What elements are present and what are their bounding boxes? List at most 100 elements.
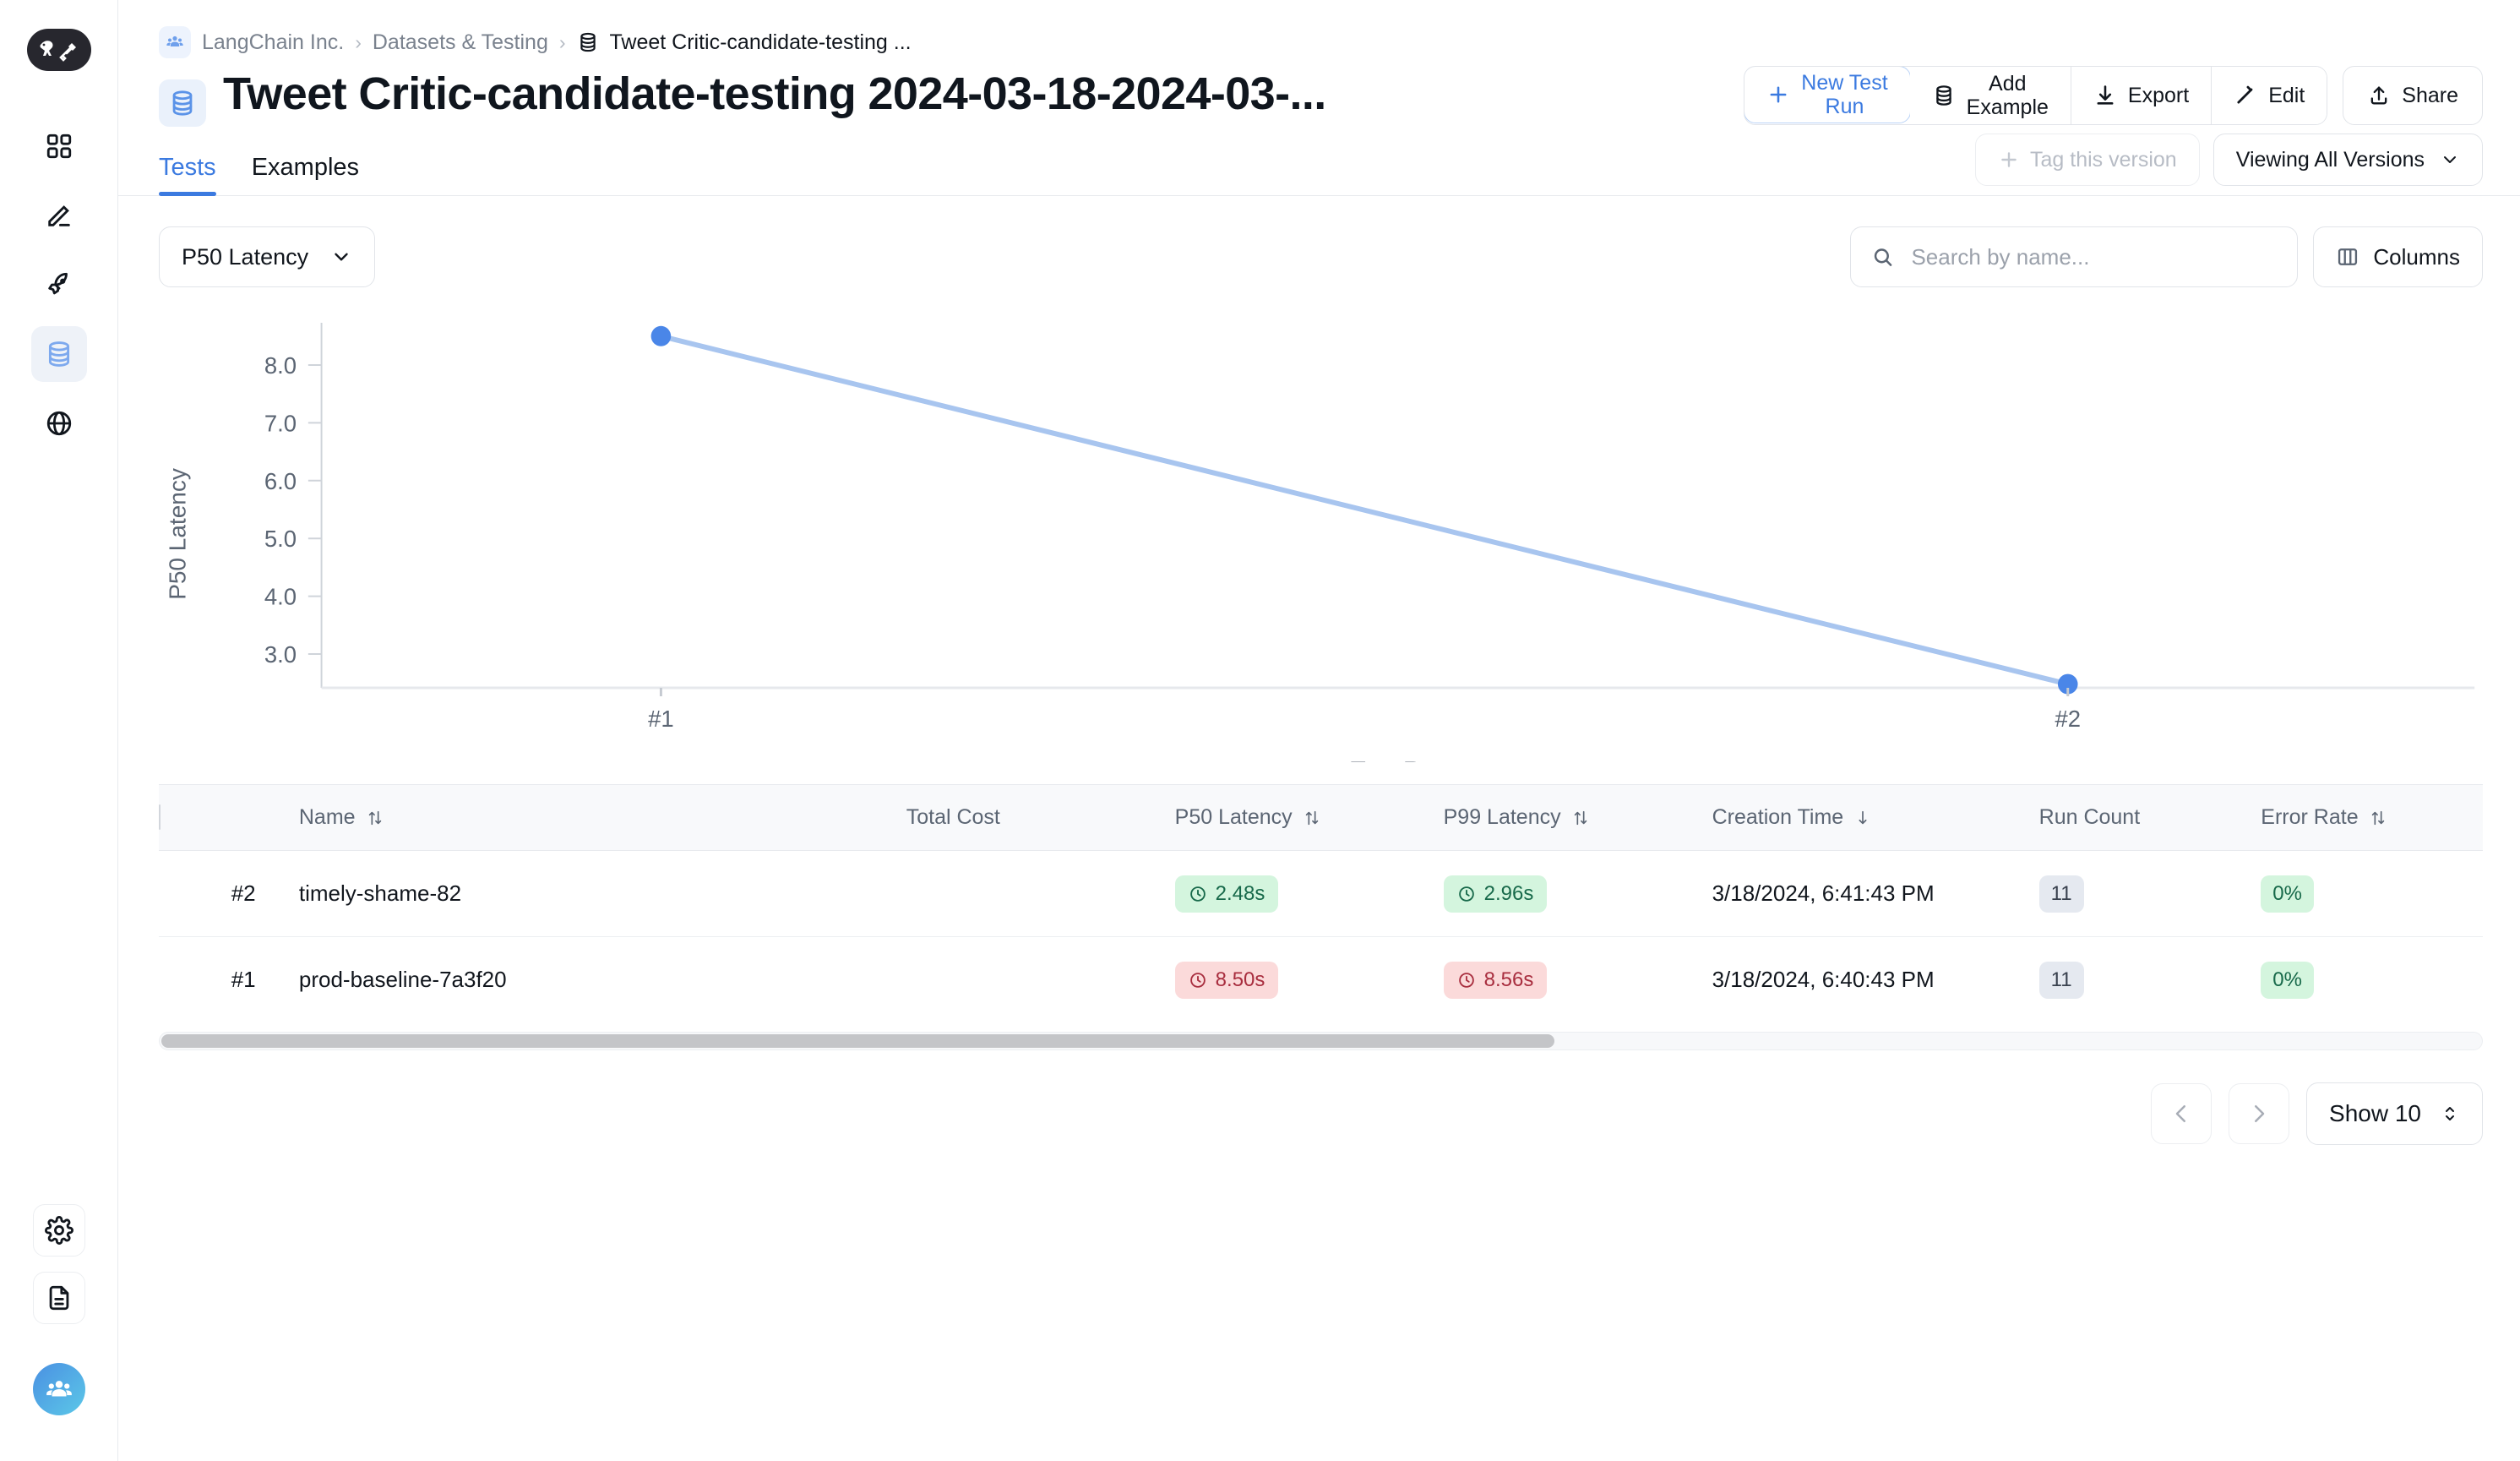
cell-rank: #2 <box>231 851 299 937</box>
share-upload-icon <box>2367 84 2391 107</box>
sort-icon <box>1571 809 1590 827</box>
cell-rank: #1 <box>231 937 299 1023</box>
tag-version-button[interactable]: Tag this version <box>1975 134 2200 186</box>
chevron-left-icon <box>2169 1101 2194 1126</box>
th-total-cost-label: Total Cost <box>906 805 1000 830</box>
pencil-icon <box>45 201 73 230</box>
chart-y-ticks: 8.07.06.05.04.03.0 <box>264 352 322 668</box>
search-input[interactable] <box>1911 244 2277 270</box>
th-error-rate[interactable]: Error Rate <box>2261 785 2483 851</box>
metric-select-label: P50 Latency <box>182 244 308 270</box>
cell-creation-time: 3/18/2024, 6:40:43 PM <box>1712 937 2039 1023</box>
chart-y-tick-label: 6.0 <box>264 468 297 494</box>
sort-icon <box>2369 809 2387 827</box>
cell-name[interactable]: timely-shame-82 <box>299 851 906 937</box>
rocket-icon <box>45 270 73 299</box>
breadcrumb-datasets-testing[interactable]: Datasets & Testing <box>373 30 548 55</box>
cell-select <box>159 851 231 937</box>
th-name[interactable]: Name <box>299 785 906 851</box>
logo-glyph <box>36 37 82 63</box>
cell-p50-latency: 2.48s <box>1175 851 1444 937</box>
previous-page-button[interactable] <box>2151 1083 2212 1144</box>
sidebar-item-deployments[interactable] <box>31 257 87 313</box>
pagination: Show 10 <box>118 1050 2520 1145</box>
langsmith-logo[interactable] <box>27 29 91 71</box>
export-label: Export <box>2128 84 2189 107</box>
breadcrumb-current: Tweet Critic-candidate-testing ... <box>610 30 912 55</box>
add-example-button[interactable]: Add Example <box>1910 67 2071 124</box>
share-button[interactable]: Share <box>2343 66 2483 125</box>
cell-run-count: 11 <box>2039 937 2261 1023</box>
workspace-avatar-icon <box>45 1375 73 1404</box>
sidebar-item-annotation-queues[interactable] <box>31 395 87 451</box>
th-run-count-label: Run Count <box>2039 805 2141 830</box>
document-icon <box>45 1284 73 1312</box>
page-size-select[interactable]: Show 10 <box>2306 1082 2483 1145</box>
breadcrumb-separator-2: › <box>559 31 566 54</box>
table-scrollbar-thumb[interactable] <box>161 1034 1554 1048</box>
th-p50-latency[interactable]: P50 Latency <box>1175 785 1444 851</box>
columns-label: Columns <box>2373 244 2460 270</box>
breadcrumb-org[interactable]: LangChain Inc. <box>202 30 344 55</box>
share-label: Share <box>2402 84 2458 108</box>
workspace-avatar[interactable] <box>33 1363 85 1415</box>
page-title: Tweet Critic-candidate-testing 2024-03-1… <box>223 66 1326 123</box>
clock-icon <box>1189 971 1207 989</box>
breadcrumb-current-icon <box>577 31 599 53</box>
next-page-button[interactable] <box>2229 1083 2289 1144</box>
main-content: LangChain Inc. › Datasets & Testing › Tw… <box>118 0 2520 1461</box>
sidebar-item-datasets[interactable] <box>31 326 87 382</box>
edit-button[interactable]: Edit <box>2212 67 2327 124</box>
th-p99-latency[interactable]: P99 Latency <box>1444 785 1712 851</box>
columns-icon <box>2336 245 2359 269</box>
chart-series-line <box>661 336 2067 684</box>
new-test-run-button[interactable]: New Test Run <box>1744 66 1910 123</box>
chevron-right-icon <box>2246 1101 2272 1126</box>
settings-button[interactable] <box>33 1204 85 1257</box>
cell-p50-latency: 8.50s <box>1175 937 1444 1023</box>
chart-x-tick-label-2: #2 <box>2055 706 2081 732</box>
latency-chart: P50 Latency 8.07.06.05.04.03.0 #1 #2 Tes… <box>118 287 2520 784</box>
plus-icon <box>1998 149 2020 171</box>
plus-icon <box>1766 83 1790 106</box>
gear-icon <box>45 1216 73 1245</box>
search-box[interactable] <box>1850 226 2298 287</box>
th-p50-latency-label: P50 Latency <box>1175 805 1293 830</box>
columns-button[interactable]: Columns <box>2313 226 2483 287</box>
chart-y-tick-label: 4.0 <box>264 583 297 609</box>
error-rate-chip: 0% <box>2261 875 2314 913</box>
metric-select[interactable]: P50 Latency <box>159 226 375 287</box>
select-all-checkbox[interactable] <box>159 804 161 830</box>
th-run-count: Run Count <box>2039 785 2261 851</box>
run-count-chip: 11 <box>2039 875 2084 913</box>
th-name-label: Name <box>299 805 356 830</box>
sidebar-item-prompts[interactable] <box>31 188 87 243</box>
table-row[interactable]: #1 prod-baseline-7a3f20 8.50s <box>159 937 2483 1023</box>
sidebar-item-dashboard[interactable] <box>31 118 87 174</box>
p50-badge-label: 8.50s <box>1216 968 1265 992</box>
export-button[interactable]: Export <box>2071 67 2212 124</box>
test-runs-table: Name Total Cost P50 Latency <box>159 784 2483 1023</box>
docs-button[interactable] <box>33 1272 85 1324</box>
clock-icon <box>1189 885 1207 903</box>
table-body: #2 timely-shame-82 2.48s <box>159 851 2483 1023</box>
p99-badge-label: 8.56s <box>1484 968 1534 992</box>
tab-examples[interactable]: Examples <box>252 154 359 195</box>
p50-badge-label: 2.48s <box>1216 882 1265 906</box>
page-size-label: Show 10 <box>2329 1100 2421 1127</box>
table-row[interactable]: #2 timely-shame-82 2.48s <box>159 851 2483 937</box>
chart-point-1[interactable] <box>651 326 672 346</box>
chart-y-tick-label: 3.0 <box>264 641 297 668</box>
table-horizontal-scrollbar[interactable] <box>159 1032 2483 1050</box>
th-creation-time[interactable]: Creation Time <box>1712 785 2039 851</box>
add-example-label-line2: Example <box>1967 95 2049 119</box>
chevron-down-icon <box>330 246 352 268</box>
chart-y-tick-label: 5.0 <box>264 526 297 552</box>
search-icon <box>1871 244 1894 270</box>
database-icon <box>1932 84 1956 107</box>
cell-name[interactable]: prod-baseline-7a3f20 <box>299 937 906 1023</box>
version-select[interactable]: Viewing All Versions <box>2213 134 2483 186</box>
new-test-run-label-line2: Run <box>1801 95 1887 118</box>
p50-badge: 8.50s <box>1175 962 1279 999</box>
tab-tests[interactable]: Tests <box>159 154 216 195</box>
